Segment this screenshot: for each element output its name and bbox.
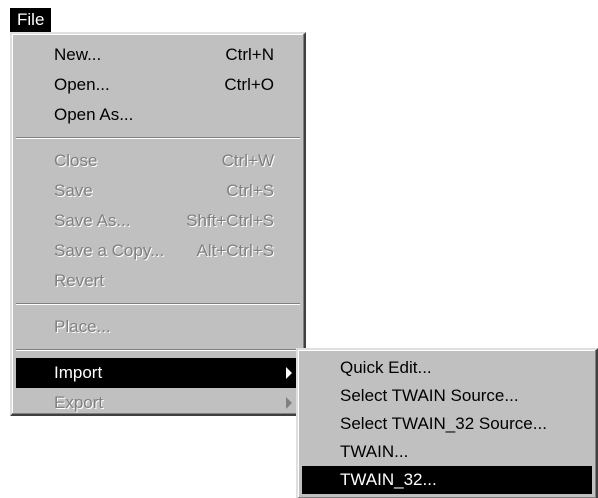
menu-item-label: Close bbox=[54, 151, 98, 170]
submenu-item-quick-edit[interactable]: Quick Edit... bbox=[302, 354, 592, 382]
menu-file-label: File bbox=[17, 10, 45, 29]
menu-item-shortcut: Shft+Ctrl+S bbox=[186, 211, 274, 230]
menu-item-shortcut: Ctrl+O bbox=[224, 75, 274, 94]
menu-item-label: New... bbox=[54, 45, 102, 64]
menu-item-label: Quick Edit... bbox=[340, 358, 432, 377]
menu-separator bbox=[16, 349, 300, 351]
menu-item-label: Open As... bbox=[54, 105, 134, 124]
menu-item-label: Select TWAIN_32 Source... bbox=[340, 414, 547, 433]
menu-item-save[interactable]: Save Ctrl+S bbox=[16, 176, 300, 206]
menu-item-save-a-copy[interactable]: Save a Copy... Alt+Ctrl+S bbox=[16, 236, 300, 266]
menu-item-export[interactable]: Export bbox=[16, 388, 300, 418]
menu-item-new[interactable]: New... Ctrl+N bbox=[16, 40, 300, 70]
menu-item-label: TWAIN... bbox=[340, 442, 409, 461]
menu-item-close[interactable]: Close Ctrl+W bbox=[16, 146, 300, 176]
menu-item-label: Place... bbox=[54, 317, 111, 336]
menu-item-label: Import bbox=[54, 363, 103, 382]
menu-item-label: Save bbox=[54, 181, 93, 200]
menu-item-label: Revert bbox=[54, 271, 105, 290]
menu-item-label: Save a Copy... bbox=[54, 241, 165, 260]
menu-item-shortcut: Alt+Ctrl+S bbox=[196, 241, 274, 260]
menu-item-label: Save As... bbox=[54, 211, 131, 230]
menu-file[interactable]: File bbox=[10, 8, 52, 32]
submenu-arrow-icon bbox=[286, 397, 292, 409]
menu-item-label: TWAIN_32... bbox=[340, 470, 437, 489]
menu-item-open[interactable]: Open... Ctrl+O bbox=[16, 70, 300, 100]
menu-item-open-as[interactable]: Open As... bbox=[16, 100, 300, 130]
menu-item-revert[interactable]: Revert bbox=[16, 266, 300, 296]
menu-item-import[interactable]: Import bbox=[16, 358, 300, 388]
submenu-item-twain[interactable]: TWAIN... bbox=[302, 438, 592, 466]
menu-item-label: Open... bbox=[54, 75, 110, 94]
menu-item-shortcut: Ctrl+N bbox=[225, 45, 274, 64]
submenu-arrow-icon bbox=[286, 367, 292, 379]
submenu-item-select-twain32-source[interactable]: Select TWAIN_32 Source... bbox=[302, 410, 592, 438]
menu-separator bbox=[16, 303, 300, 305]
menu-separator bbox=[16, 137, 300, 139]
submenu-item-twain32[interactable]: TWAIN_32... bbox=[302, 466, 592, 494]
menu-item-save-as[interactable]: Save As... Shft+Ctrl+S bbox=[16, 206, 300, 236]
menu-item-place[interactable]: Place... bbox=[16, 312, 300, 342]
menu-item-shortcut: Ctrl+S bbox=[226, 181, 274, 200]
file-menu: New... Ctrl+N Open... Ctrl+O Open As... … bbox=[10, 32, 306, 416]
menu-item-shortcut: Ctrl+W bbox=[221, 151, 274, 170]
import-submenu: Quick Edit... Select TWAIN Source... Sel… bbox=[296, 348, 598, 498]
submenu-item-select-twain-source[interactable]: Select TWAIN Source... bbox=[302, 382, 592, 410]
menu-item-label: Select TWAIN Source... bbox=[340, 386, 519, 405]
menu-item-label: Export bbox=[54, 393, 104, 412]
